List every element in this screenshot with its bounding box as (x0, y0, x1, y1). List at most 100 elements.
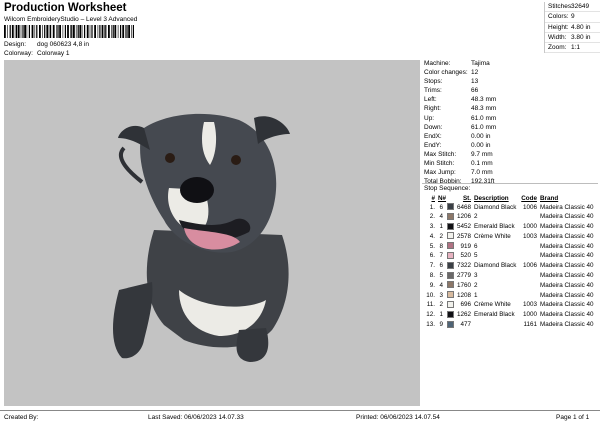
spec-label: Min Stitch: (424, 160, 455, 168)
spec-label: Stops: (424, 78, 443, 86)
row-index: 3. (429, 223, 435, 231)
row-description: Crème White (474, 301, 511, 309)
printed-date: Printed: 06/06/2023 14.07.54 (356, 414, 440, 421)
row-description: 1 (474, 291, 478, 299)
row-index: 2. (429, 213, 435, 221)
spec-row: EndX: 0.00 in (422, 132, 598, 141)
stop-sequence-title: Stop Sequence: (424, 185, 471, 192)
thread-color-swatch (447, 242, 454, 250)
spec-value: 61.0 mm (471, 123, 497, 131)
design-value: dog 060623 4,8 in (37, 41, 90, 48)
row-stitches: 696 (460, 301, 471, 309)
spec-label: EndY: (424, 141, 442, 149)
summary-row: Colors: 9 (545, 12, 600, 23)
row-code (521, 242, 540, 252)
row-description: Diamond Black (474, 203, 517, 211)
spec-row: Min Stitch: 0.1 mm (422, 159, 598, 168)
row-code: 1000 (522, 223, 537, 231)
summary-row: Width: 3.80 in (545, 33, 600, 44)
table-header-row: # N# St. Description Code Brand (422, 194, 598, 203)
row-stitches: 2578 (457, 232, 472, 240)
row-brand: Madeira Classic 40 (540, 301, 594, 309)
row-index: 9. (429, 281, 435, 289)
spec-label: Machine: (424, 60, 451, 67)
table-row: 7. 6 7322 Diamond Black 1006 Madeira Classic … (422, 261, 598, 272)
summary-row: Zoom: 1:1 (545, 43, 600, 54)
design-summary: Stitches: 32649 Colors: 9 Height: 4.80 in W… (544, 2, 600, 54)
row-code (521, 281, 540, 291)
row-needle: 2 (439, 232, 443, 240)
summary-value: 3.80 in (571, 33, 591, 41)
spec-value: 0.00 in (471, 132, 491, 140)
color-swatch (447, 242, 457, 252)
row-brand: Madeira Classic 40 (540, 311, 594, 319)
spec-row: Left: 48.3 mm (422, 95, 598, 104)
summary-value: 4.80 in (571, 23, 591, 31)
thread-color-swatch (447, 300, 454, 308)
row-description: 3 (474, 272, 478, 280)
row-code (521, 272, 540, 282)
color-swatch (447, 281, 457, 291)
spec-value: Tajima (471, 60, 490, 67)
spec-label: Up: (424, 114, 435, 122)
row-needle: 4 (439, 213, 443, 221)
table-row: 5. 8 919 6 Madeira Classic 40 (422, 242, 598, 252)
colorway-label: Colorway: (4, 50, 33, 57)
color-swatch (447, 203, 457, 213)
row-stitches: 1208 (457, 291, 472, 299)
row-index: 7. (429, 262, 435, 270)
col-header-n: N# (438, 195, 447, 202)
spec-label: Right: (424, 105, 441, 113)
spec-value: 61.0 mm (471, 114, 497, 122)
row-brand: Madeira Classic 40 (540, 223, 594, 231)
row-index: 13. (426, 321, 435, 329)
design-label: Design: (4, 41, 27, 48)
spec-value: 0.1 mm (471, 160, 493, 168)
table-row: 4. 2 2578 Crème White 1003 Madeira Classic 40 (422, 232, 598, 242)
row-needle: 6 (439, 203, 443, 211)
row-needle: 3 (439, 291, 443, 299)
section-divider (422, 183, 598, 184)
col-header-code: Code (521, 195, 537, 202)
row-brand: Madeira Classic 40 (540, 281, 594, 289)
row-brand: Madeira Classic 40 (540, 232, 594, 240)
row-brand: Madeira Classic 40 (540, 203, 594, 211)
thread-color-swatch (447, 222, 454, 230)
last-saved: Last Saved: 06/06/2023 14.07.33 (148, 414, 244, 421)
spec-value: 192.31ft (471, 178, 495, 186)
spec-row: Max Stitch: 9.7 mm (422, 150, 598, 159)
spec-label: Max Stitch: (424, 150, 457, 158)
row-description: 2 (474, 213, 478, 221)
row-brand: Madeira Classic 40 (540, 262, 594, 270)
spec-label: EndX: (424, 132, 442, 140)
table-row: 10. 3 1208 1 Madeira Classic 40 (422, 291, 598, 301)
row-code (521, 213, 540, 223)
row-needle: 1 (439, 223, 443, 231)
row-description: 5 (474, 252, 478, 260)
color-swatch (447, 212, 457, 223)
row-stitches: 5452 (457, 223, 472, 231)
spec-label: Color changes: (424, 69, 468, 77)
row-code (521, 252, 540, 262)
row-brand: Madeira Classic 40 (540, 291, 594, 299)
table-row: 12. 1 1262 Emerald Black 1000 Madeira Classic… (422, 310, 598, 321)
color-swatch (447, 232, 457, 242)
summary-label: Width: (548, 33, 567, 41)
spec-row: Machine: Tajima (422, 59, 598, 68)
row-needle: 9 (439, 321, 443, 329)
embroidery-dog-image (113, 113, 290, 362)
row-needle: 6 (439, 262, 443, 270)
spec-value: 9.7 mm (471, 150, 493, 158)
spec-row: Stops: 13 (422, 77, 598, 86)
row-description: Crème White (474, 232, 511, 240)
table-row: 9. 4 1760 2 Madeira Classic 40 (422, 281, 598, 291)
color-swatch (447, 310, 457, 321)
row-code: 1006 (522, 262, 537, 270)
summary-label: Stitches: (548, 3, 573, 10)
color-swatch (447, 251, 457, 262)
row-brand: Madeira Classic 40 (540, 213, 594, 221)
color-swatch (447, 222, 457, 233)
thread-color-swatch (447, 320, 454, 328)
spec-value: 66 (471, 87, 479, 95)
row-stitches: 7322 (457, 262, 472, 270)
